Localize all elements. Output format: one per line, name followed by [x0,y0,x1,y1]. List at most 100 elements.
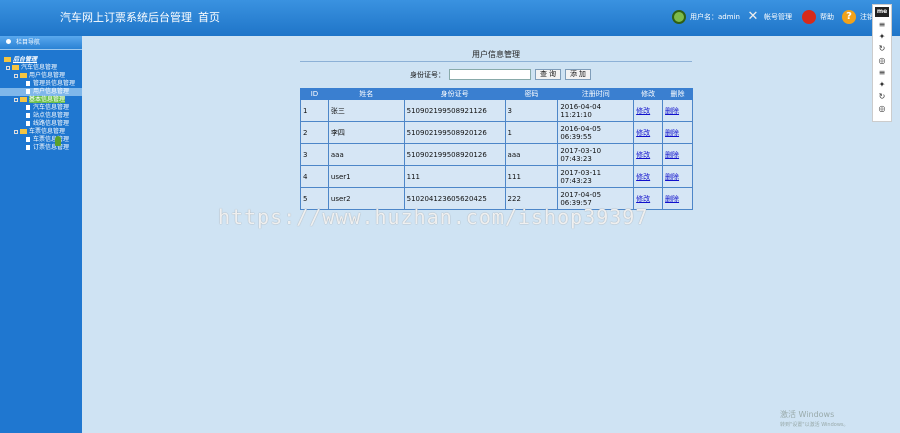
reg-date: 2016-04-04 [560,102,602,111]
edit-link[interactable]: 修改 [636,173,650,181]
cell-edit: 修改 [633,165,664,188]
user-label: 用户名：admin [690,13,740,21]
tree-label: 用户信息管理 [33,88,70,95]
cell-name: 李四 [327,121,405,144]
status-icon[interactable]: ◎ [876,105,888,113]
tree-label: 管理员信息管理 [33,80,76,87]
cell-reg-time: 2017-03-11 07:43:23 [557,165,635,188]
tree-item-booking-info[interactable]: 订票信息管理 [0,144,82,152]
cell-edit: 修改 [633,99,664,122]
tree-root[interactable]: 后台管理 [0,56,82,64]
question-icon: ? [842,10,856,24]
me-badge[interactable]: me [875,7,889,17]
tree-label: 用户信息管理 [29,72,66,79]
folder-icon [20,97,27,102]
help-label: 帮助 [820,13,834,21]
cell-idcard: 111 [403,165,506,188]
reg-date: 2017-04-05 [560,190,602,199]
folder-icon [20,129,27,134]
windows-activation-notice: 激活 Windows 转到"设置"以激活 Windows。 [780,410,849,430]
table-header-row: ID 姓名 身份证号 密码 注册时间 修改 删除 [300,88,693,100]
account-management-button[interactable]: ✕ 帐号管理 [746,10,792,24]
reg-clock: 07:43:23 [560,154,592,163]
document-icon [26,137,30,142]
search-bar: 身份证号： 查 询 添 加 [410,69,591,80]
tree-label: 汽车信息管理 [21,64,58,71]
help-button[interactable]: 帮助 [802,10,834,24]
tree-node-ticket-info[interactable]: 车票信息管理 [0,128,82,136]
tree-item-user-info[interactable]: 用户信息管理 [0,88,82,96]
cell-password: 111 [504,165,559,188]
page-title: 用户信息管理 [472,50,520,59]
tree-item-car-info[interactable]: 汽车信息管理 [0,104,82,112]
nav-tree: 后台管理 汽车信息管理 用户信息管理 管理员信息管理 用户信息管理 基本信息管理… [0,50,82,152]
column-header: 修改 [633,88,664,100]
delete-link[interactable]: 删除 [665,151,679,159]
refresh-icon[interactable]: ↻ [876,45,888,53]
reg-clock: 06:39:55 [560,132,592,141]
tree-node-user-info[interactable]: 用户信息管理 [0,72,82,80]
table-row: 2 李四 510902199508920126 1 2016-04-05 06:3… [300,121,693,144]
tree-item-admin-info[interactable]: 管理员信息管理 [0,80,82,88]
folder-icon [12,65,19,70]
column-header: 姓名 [327,88,405,100]
idcard-search-input[interactable] [449,69,531,80]
tree-node-car-info[interactable]: 汽车信息管理 [0,64,82,72]
tree-item-route-info[interactable]: 线路信息管理 [0,120,82,128]
column-header: 删除 [662,88,693,100]
sidebar: 栏目导航 后台管理 汽车信息管理 用户信息管理 管理员信息管理 用户信息管理 基… [0,36,82,433]
expand-icon[interactable] [6,65,10,70]
tree-label: 站点信息管理 [33,112,70,119]
watermark-text: https://www.huzhan.com/ishop39397 [218,205,649,229]
delete-link[interactable]: 删除 [665,107,679,115]
query-button[interactable]: 查 询 [535,69,561,80]
cell-name: 张三 [327,99,405,122]
cell-edit: 修改 [633,121,664,144]
cell-name: aaa [327,143,405,166]
delete-link[interactable]: 删除 [665,129,679,137]
logout-button[interactable]: ? 注销 [842,10,874,24]
document-icon [26,145,30,150]
cell-password: aaa [504,143,559,166]
tree-node-basic-info[interactable]: 基本信息管理 [0,96,82,104]
edit-link[interactable]: 修改 [636,129,650,137]
column-header: 身份证号 [403,88,506,100]
user-icon [672,10,686,24]
cell-idcard: 510902199508920126 [403,121,506,144]
edit-link[interactable]: 修改 [636,107,650,115]
refresh-icon[interactable]: ↻ [876,93,888,101]
cell-name: user1 [327,165,405,188]
column-header: 密码 [504,88,559,100]
expand-icon[interactable] [14,97,18,102]
edit-link[interactable]: 修改 [636,195,650,203]
column-header: ID [300,88,329,100]
floating-toolbar: me ≡ ✦ ↻ ◎ ≡ ✦ ↻ ◎ [872,4,892,122]
wand-icon[interactable]: ✦ [876,81,888,89]
menu-icon[interactable]: ≡ [876,69,888,77]
cell-delete: 删除 [662,165,693,188]
tree-item-ticket-info[interactable]: 车票信息管理 [0,136,82,144]
reg-clock: 07:43:23 [560,176,592,185]
menu-icon[interactable]: ≡ [876,21,888,29]
add-button[interactable]: 添 加 [564,69,591,80]
reg-clock: 11:21:10 [560,110,592,119]
tree-label: 车票信息管理 [33,136,70,143]
wand-icon[interactable]: ✦ [876,33,888,41]
activation-title: 激活 Windows [780,410,835,419]
folder-icon [20,73,27,78]
tree-label: 订票信息管理 [33,144,70,151]
document-icon [26,105,30,110]
delete-link[interactable]: 删除 [665,195,679,203]
cell-delete: 删除 [662,187,693,210]
home-link[interactable]: 首页 [198,9,220,25]
cell-delete: 删除 [662,121,693,144]
cell-idcard: 510902199508920126 [403,143,506,166]
tree-item-station-info[interactable]: 站点信息管理 [0,112,82,120]
sidebar-heading: 栏目导航 [0,36,82,50]
status-icon[interactable]: ◎ [876,57,888,65]
expand-icon[interactable] [14,129,18,134]
help-icon [802,10,816,24]
expand-icon[interactable] [14,73,18,78]
delete-link[interactable]: 删除 [665,173,679,181]
edit-link[interactable]: 修改 [636,151,650,159]
